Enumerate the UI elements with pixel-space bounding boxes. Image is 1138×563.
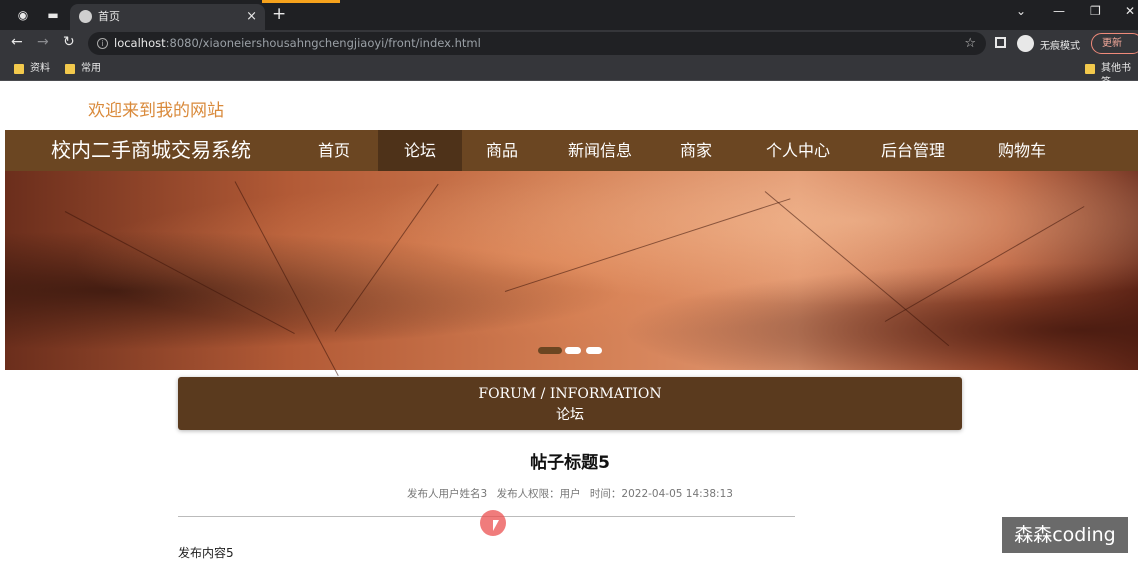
nav-home[interactable]: 首页 xyxy=(303,130,365,171)
folder-icon xyxy=(65,64,75,74)
browser-toolbar: ← → ↻ i localhost:8080/xiaoneiershousahn… xyxy=(0,30,1138,57)
folder-icon xyxy=(14,64,24,74)
update-label: 更新 xyxy=(1102,38,1122,49)
tab-close-icon[interactable]: × xyxy=(246,4,257,30)
tab-title: 首页 xyxy=(98,10,120,23)
side-panel-icon[interactable] xyxy=(995,37,1006,48)
globe-icon xyxy=(79,10,92,23)
minimize-icon[interactable]: — xyxy=(1053,4,1065,18)
nav-cart[interactable]: 购物车 xyxy=(987,130,1057,171)
texture-line xyxy=(504,198,791,292)
bookmarks-bar: 资料 常用 其他书签 xyxy=(0,57,1138,88)
nav-personal-center[interactable]: 个人中心 xyxy=(753,130,843,171)
reload-icon[interactable]: ↻ xyxy=(63,34,75,50)
carousel-dot-3[interactable] xyxy=(586,347,602,354)
incognito-label: 无痕模式 xyxy=(1040,41,1080,52)
post-content: 发布内容5 xyxy=(178,546,234,560)
new-tab-button[interactable]: + xyxy=(272,4,286,24)
nav-news[interactable]: 新闻信息 xyxy=(555,130,645,171)
address-bar[interactable]: i localhost:8080/xiaoneiershousahngcheng… xyxy=(88,32,986,55)
update-button[interactable]: 更新 xyxy=(1091,33,1138,54)
site-navbar: 校内二手商城交易系统 首页 论坛 商品 新闻信息 商家 个人中心 后台管理 购物… xyxy=(5,130,1138,171)
carousel-dot-2[interactable] xyxy=(565,347,581,354)
bookmark-star-icon[interactable]: ☆ xyxy=(964,32,976,55)
incognito-icon xyxy=(1017,35,1034,52)
bookmark-folder-ziliao[interactable]: 资料 xyxy=(14,62,50,76)
welcome-text: 欢迎来到我的网站 xyxy=(88,101,224,121)
forum-heading-en: FORUM / INFORMATION xyxy=(478,386,662,402)
tab-search-icon[interactable]: ▬ xyxy=(44,6,62,24)
post-meta: 发布人用户姓名3 发布人权限：用户 时间：2022-04-05 14:38:13 xyxy=(178,486,962,501)
forward-icon[interactable]: → xyxy=(37,34,49,50)
post-author: 发布人用户姓名3 xyxy=(407,488,488,500)
carousel-dot-1[interactable] xyxy=(538,347,562,354)
texture-line xyxy=(234,181,339,376)
site-info-icon[interactable]: i xyxy=(97,38,108,49)
post-time: 时间：2022-04-05 14:38:13 xyxy=(589,488,733,500)
site-brand[interactable]: 校内二手商城交易系统 xyxy=(51,130,251,171)
texture-line xyxy=(884,206,1085,322)
bookmark-label: 资料 xyxy=(30,63,50,74)
nav-forum[interactable]: 论坛 xyxy=(378,130,462,171)
bookmark-folder-changyong[interactable]: 常用 xyxy=(65,62,101,76)
folder-icon xyxy=(1085,64,1095,74)
post-role: 发布人权限：用户 xyxy=(496,488,581,500)
back-icon[interactable]: ← xyxy=(11,34,23,50)
restore-icon[interactable]: ❐ xyxy=(1090,4,1101,18)
forum-heading-box: FORUM / INFORMATION 论坛 xyxy=(178,377,962,430)
browser-tab[interactable]: 首页 × xyxy=(70,4,265,30)
chevron-down-icon[interactable]: ⌄ xyxy=(1016,4,1026,18)
mouse-cursor-icon xyxy=(493,520,499,531)
window-close-icon[interactable]: ✕ xyxy=(1125,4,1135,18)
chrome-icon[interactable]: ◉ xyxy=(14,6,32,24)
nav-admin[interactable]: 后台管理 xyxy=(868,130,958,171)
post-title: 帖子标题5 xyxy=(530,453,610,473)
nav-merchants[interactable]: 商家 xyxy=(665,130,727,171)
hero-carousel[interactable] xyxy=(5,171,1138,376)
browser-tab-strip: ◉ ▬ 首页 × + ⌄ — ❐ ✕ xyxy=(0,0,1138,30)
url-path: :8080/xiaoneiershousahngchengjiaoyi/fron… xyxy=(165,36,481,50)
web-page: 欢迎来到我的网站 校内二手商城交易系统 首页 论坛 商品 新闻信息 商家 个人中… xyxy=(5,81,1138,563)
url-host: localhost xyxy=(114,36,166,50)
forum-heading-cn: 论坛 xyxy=(556,407,584,423)
watermark: 森森coding xyxy=(1002,517,1128,553)
nav-products[interactable]: 商品 xyxy=(471,130,533,171)
recording-indicator xyxy=(262,0,340,3)
bookmark-label: 常用 xyxy=(81,63,101,74)
texture-line xyxy=(764,191,950,347)
texture-line xyxy=(334,183,439,332)
